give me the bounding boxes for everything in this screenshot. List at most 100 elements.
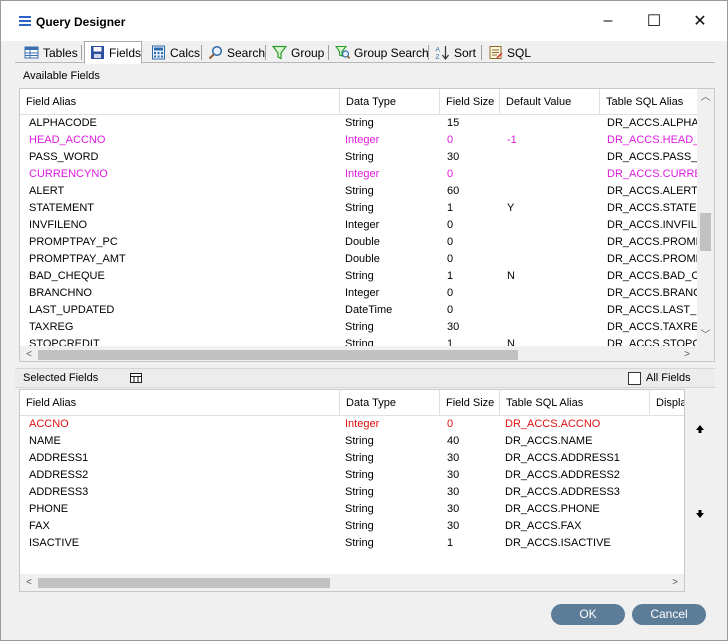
column-header-table-sql-alias[interactable]: Table SQL Alias: [500, 390, 650, 416]
table-row[interactable]: CURRENCYNO Integer 0 DR_ACCS.CURREN: [20, 166, 699, 183]
tab-sort[interactable]: AZ Sort: [430, 42, 477, 63]
maximize-button[interactable]: ☐: [631, 1, 677, 41]
table-row[interactable]: TAXREG String 30 DR_ACCS.TAXREG: [20, 319, 699, 336]
cell-table-sql-alias: DR_ACCS.ADDRESS1: [505, 452, 620, 464]
table-row[interactable]: PHONE String 30 DR_ACCS.PHONE: [20, 501, 684, 518]
tab-tables[interactable]: Tables: [19, 42, 78, 63]
tab-calcs[interactable]: Calcs: [146, 42, 200, 63]
available-vertical-scrollbar[interactable]: ︿ ﹀: [697, 89, 714, 346]
column-header-table-sql-alias[interactable]: Table SQL Alias: [600, 89, 699, 115]
cell-table-sql-alias: DR_ACCS.FAX: [505, 520, 582, 532]
table-row[interactable]: NAME String 40 DR_ACCS.NAME: [20, 433, 684, 450]
scrollbar-thumb[interactable]: [700, 213, 711, 251]
cell-field-alias: ADDRESS1: [29, 452, 89, 464]
tab-label: SQL: [507, 45, 532, 60]
table-row[interactable]: ADDRESS2 String 30 DR_ACCS.ADDRESS2: [20, 467, 684, 484]
table-row[interactable]: LAST_UPDATED DateTime 0 DR_ACCS.LAST_UI: [20, 302, 699, 319]
cell-default-value: Y: [507, 202, 515, 214]
cell-field-size: 0: [447, 219, 454, 231]
cell-table-sql-alias: DR_ACCS.STATEM: [607, 202, 697, 214]
selected-horizontal-scrollbar[interactable]: < >: [20, 574, 684, 591]
scrollbar-thumb[interactable]: [38, 578, 330, 588]
table-row[interactable]: PASS_WORD String 30 DR_ACCS.PASS_W: [20, 149, 699, 166]
tab-fields[interactable]: Fields: [84, 41, 142, 64]
table-row[interactable]: BAD_CHEQUE String 1 N DR_ACCS.BAD_CH: [20, 268, 699, 285]
table-row[interactable]: ACCNO Integer 0 DR_ACCS.ACCNO: [20, 416, 684, 433]
cell-data-type: Double: [345, 236, 380, 248]
cell-data-type: Integer: [345, 168, 380, 180]
svg-text:Z: Z: [436, 54, 440, 60]
table-row[interactable]: PROMPTPAY_AMT Double 0 DR_ACCS.PROMPT: [20, 251, 699, 268]
calculator-icon: [151, 45, 166, 60]
table-row[interactable]: ALERT String 60 DR_ACCS.ALERT: [20, 183, 699, 200]
table-row[interactable]: STATEMENT String 1 Y DR_ACCS.STATEM: [20, 200, 699, 217]
cell-field-alias: PROMPTPAY_PC: [29, 236, 118, 248]
table-row[interactable]: PROMPTPAY_PC Double 0 DR_ACCS.PROMPT: [20, 234, 699, 251]
scroll-down-arrow-icon[interactable]: ﹀: [698, 329, 713, 343]
cell-field-size: 30: [447, 503, 460, 515]
cell-field-alias: ISACTIVE: [29, 537, 80, 549]
column-header-field-size[interactable]: Field Size: [440, 89, 500, 115]
table-row[interactable]: ALPHACODE String 15 DR_ACCS.ALPHAC: [20, 115, 699, 132]
close-button[interactable]: ✕: [677, 1, 723, 41]
cell-data-type: String: [345, 270, 374, 282]
tab-sql[interactable]: SQL: [483, 42, 531, 63]
move-down-icon[interactable]: [693, 507, 707, 521]
column-header-default-value[interactable]: Default Value: [500, 89, 600, 115]
grid-header: Field Alias Data Type Field Size Default…: [20, 89, 699, 115]
cell-field-size: 0: [447, 168, 454, 180]
cell-table-sql-alias: DR_ACCS.STOPCR: [607, 338, 697, 346]
cell-field-alias: ADDRESS2: [29, 469, 89, 481]
grid-toggle-icon[interactable]: [130, 373, 142, 383]
cell-field-alias: PROMPTPAY_AMT: [29, 253, 126, 265]
cell-data-type: String: [345, 117, 374, 129]
column-header-field-alias[interactable]: Field Alias: [20, 390, 340, 416]
column-header-display[interactable]: Displa: [650, 390, 684, 416]
cell-field-alias: ADDRESS3: [29, 486, 89, 498]
cell-data-type: String: [345, 469, 374, 481]
move-up-icon[interactable]: [693, 422, 707, 436]
table-row[interactable]: STOPCREDIT String 1 N DR_ACCS.STOPCR: [20, 336, 699, 346]
title-bar: Query Designer – ☐ ✕: [1, 1, 727, 41]
scroll-right-arrow-icon[interactable]: >: [680, 348, 694, 361]
tab-label: Calcs: [170, 45, 201, 60]
column-header-data-type[interactable]: Data Type: [340, 89, 440, 115]
cancel-button[interactable]: Cancel: [632, 604, 706, 625]
cell-table-sql-alias: DR_ACCS.ADDRESS2: [505, 469, 620, 481]
minimize-button[interactable]: –: [585, 1, 631, 41]
cell-field-alias: HEAD_ACCNO: [29, 134, 106, 146]
all-fields-checkbox[interactable]: [628, 372, 641, 385]
table-row[interactable]: HEAD_ACCNO Integer 0 -1 DR_ACCS.HEAD_A: [20, 132, 699, 149]
cell-table-sql-alias: DR_ACCS.TAXREG: [607, 321, 697, 333]
search-icon: [208, 45, 223, 60]
menu-lines-icon[interactable]: [19, 16, 31, 26]
cell-field-size: 30: [447, 321, 460, 333]
cell-field-alias: STATEMENT: [29, 202, 94, 214]
svg-text:A: A: [436, 47, 441, 54]
scroll-left-arrow-icon[interactable]: <: [22, 576, 36, 590]
cell-data-type: String: [345, 537, 374, 549]
column-header-field-size[interactable]: Field Size: [440, 390, 500, 416]
scroll-right-arrow-icon[interactable]: >: [668, 576, 682, 590]
table-row[interactable]: BRANCHNO Integer 0 DR_ACCS.BRANCH: [20, 285, 699, 302]
column-header-field-alias[interactable]: Field Alias: [20, 89, 340, 115]
scrollbar-thumb[interactable]: [38, 350, 518, 360]
scroll-left-arrow-icon[interactable]: <: [22, 348, 36, 361]
table-row[interactable]: ADDRESS1 String 30 DR_ACCS.ADDRESS1: [20, 450, 684, 467]
cell-field-alias: NAME: [29, 435, 61, 447]
tab-search[interactable]: Search: [203, 42, 265, 63]
cell-default-value: [500, 217, 600, 234]
table-row[interactable]: FAX String 30 DR_ACCS.FAX: [20, 518, 684, 535]
cell-default-value: N: [507, 338, 515, 346]
scroll-up-arrow-icon[interactable]: ︿: [698, 91, 713, 105]
cell-field-alias: STOPCREDIT: [29, 338, 100, 346]
cell-table-sql-alias: DR_ACCS.ALPHAC: [607, 117, 697, 129]
available-horizontal-scrollbar[interactable]: < >: [20, 346, 697, 361]
tab-group-search[interactable]: Group Search: [330, 42, 429, 63]
tab-group[interactable]: Group: [267, 42, 324, 63]
table-row[interactable]: ISACTIVE String 1 DR_ACCS.ISACTIVE: [20, 535, 684, 552]
table-row[interactable]: INVFILENO Integer 0 DR_ACCS.INVFILE: [20, 217, 699, 234]
column-header-data-type[interactable]: Data Type: [340, 390, 440, 416]
ok-button[interactable]: OK: [551, 604, 625, 625]
table-row[interactable]: ADDRESS3 String 30 DR_ACCS.ADDRESS3: [20, 484, 684, 501]
